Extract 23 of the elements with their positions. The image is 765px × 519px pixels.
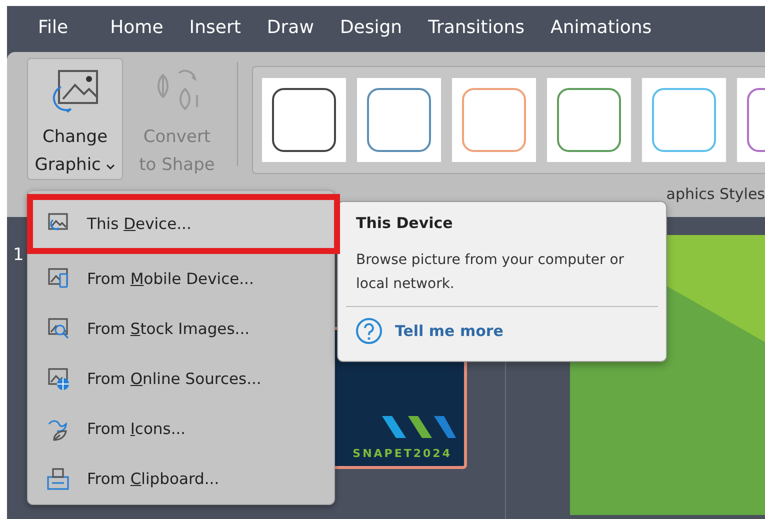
help-icon [355, 317, 383, 345]
menu-tab[interactable]: Insert [176, 16, 254, 41]
thumbnail-text: SNAPET2024 [352, 447, 452, 460]
style-tile[interactable] [262, 78, 346, 162]
menu-tab[interactable]: Design [326, 16, 416, 41]
menu-tab[interactable]: Draw [254, 16, 327, 41]
style-tile[interactable] [452, 78, 536, 162]
menu-tab[interactable]: Transitions [415, 16, 538, 41]
slide-number: 1 [13, 245, 24, 265]
style-tile[interactable] [547, 78, 631, 162]
menu-tab[interactable]: Animations [538, 16, 665, 41]
style-tile[interactable] [357, 78, 441, 162]
picture-globe-icon [45, 366, 71, 392]
style-tile[interactable] [642, 78, 726, 162]
tooltip-title: This Device [355, 214, 454, 232]
menu-tab[interactable]: File [25, 16, 82, 41]
caret-icon [106, 164, 116, 170]
menu-tab[interactable]: Home [97, 16, 176, 41]
menu-item[interactable]: From Mobile Device... [28, 254, 334, 304]
menu-item[interactable]: This Device... [27, 194, 340, 254]
group-label: aphics Styles [666, 185, 765, 204]
tooltip-description: Browse picture from your computer or local network. [355, 251, 626, 294]
change-graphic-button[interactable]: Change Graphic [27, 58, 123, 180]
